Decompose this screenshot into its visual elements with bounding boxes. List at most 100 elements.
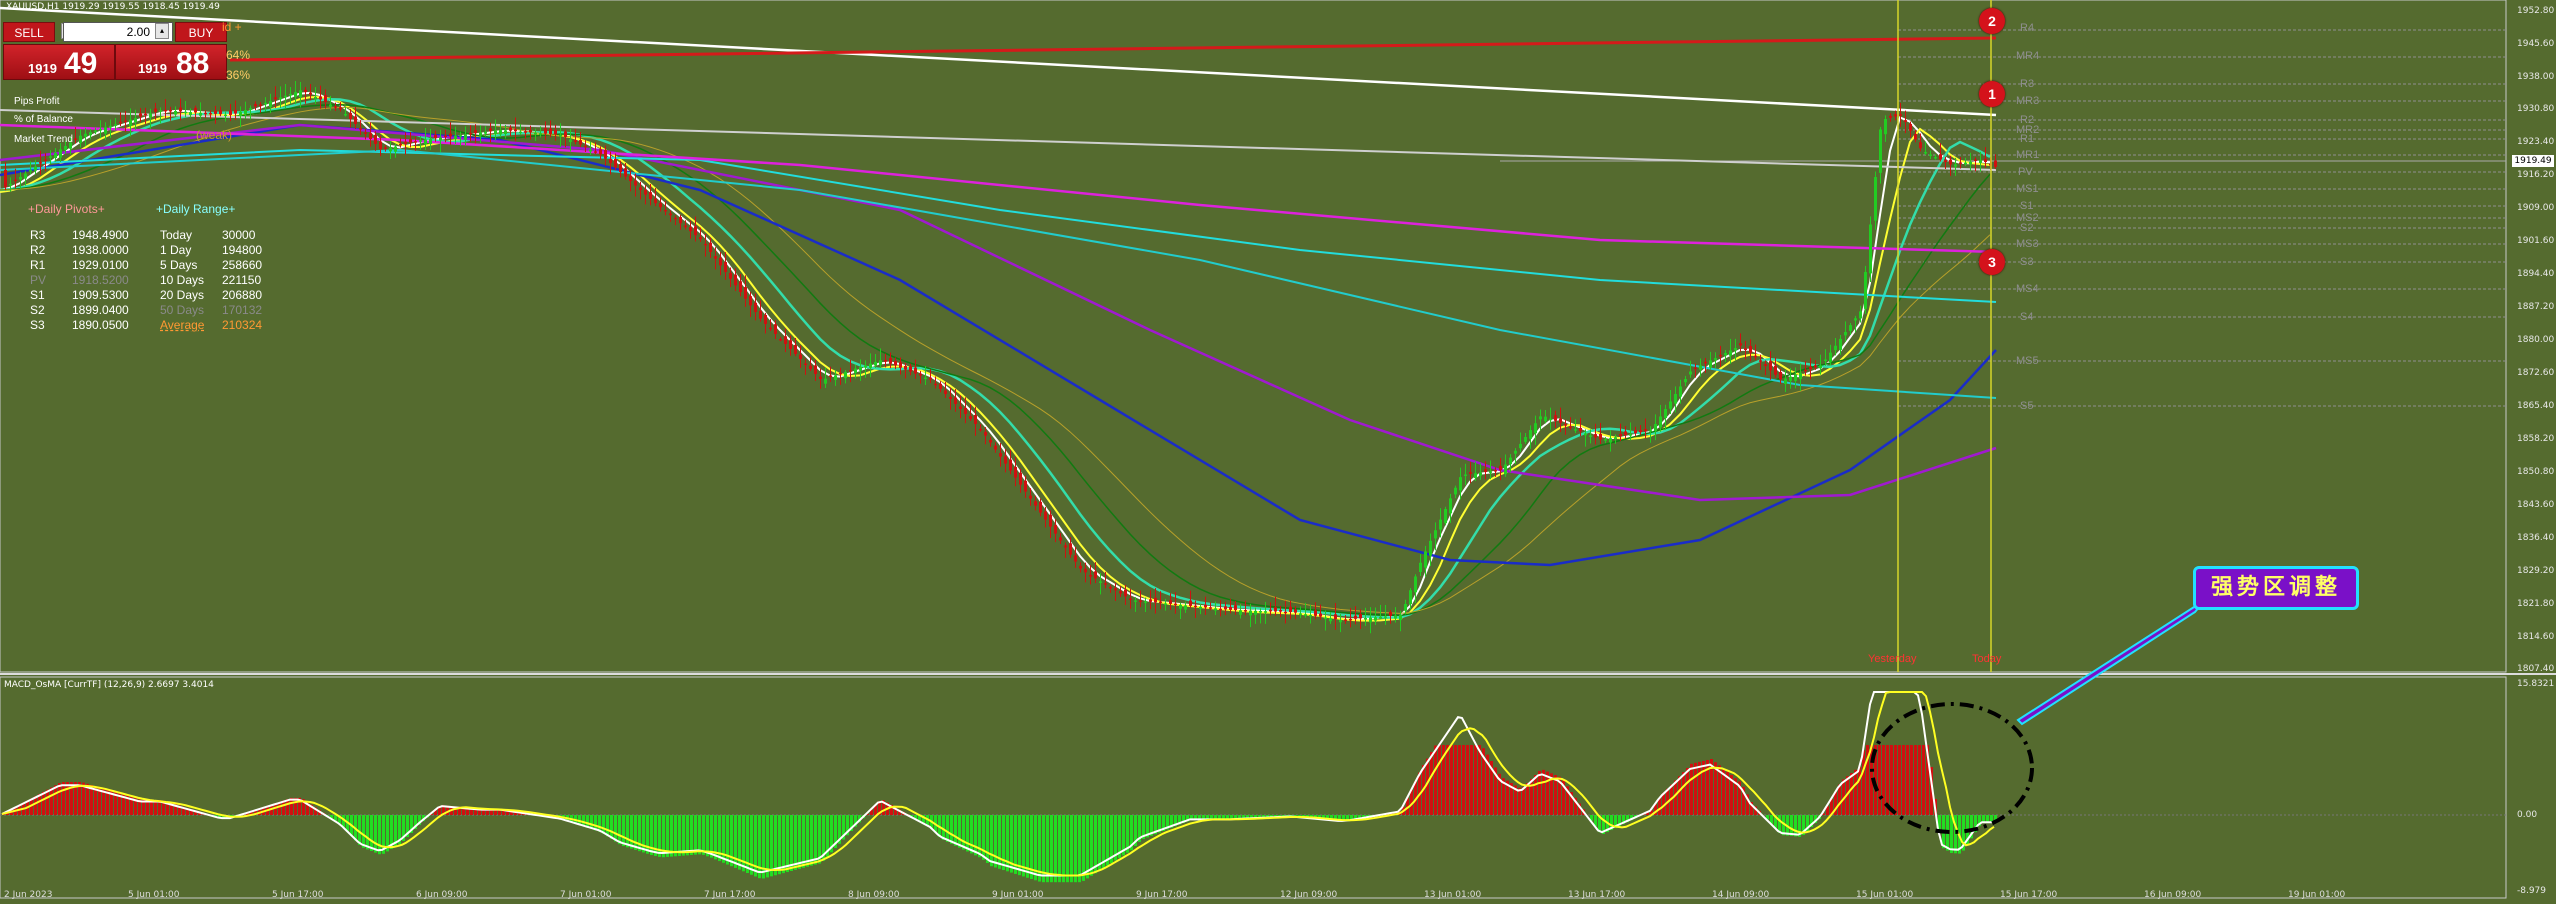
pivot-value: 1948.4900 [72, 228, 129, 242]
indicator-tag: id + [222, 20, 242, 34]
lots-increase-button[interactable]: ▴ [155, 23, 169, 39]
pivot-level-label: S3 [2020, 256, 2034, 268]
price-axis-label: 1807.40 [2517, 664, 2555, 674]
price-axis-label: 1894.40 [2517, 269, 2555, 279]
time-axis-label: 13 Jun 01:00 [1424, 890, 1482, 900]
market-trend-label: Market Trend [14, 134, 73, 145]
pivot-level-label: MS4 [2016, 283, 2039, 295]
bid-price-prefix: 1919 [28, 61, 57, 76]
pivot-level-label: MR1 [2016, 149, 2040, 161]
range-value: 30000 [222, 228, 256, 242]
trend-strength-label: (weak) [196, 128, 233, 142]
daily-pivots-header: +Daily Pivots+ [28, 202, 105, 216]
macd-histogram [2, 745, 1997, 883]
price-axis-label: 1901.60 [2517, 236, 2555, 246]
pivot-level-label: S1 [2020, 200, 2034, 212]
time-axis-label: 14 Jun 09:00 [1712, 890, 1770, 900]
pivot-value: 1890.0500 [72, 318, 129, 332]
time-axis-label: 9 Jun 17:00 [1136, 890, 1188, 900]
price-axis-label: 1945.60 [2517, 39, 2555, 49]
pips-profit-label: Pips Profit [14, 96, 60, 107]
pivot-level-label: S4 [2020, 311, 2034, 323]
time-axis-label: 13 Jun 17:00 [1568, 890, 1626, 900]
marker-3: 3 [1979, 249, 2005, 275]
range-label: 5 Days [160, 258, 198, 272]
time-axis-label: 6 Jun 09:00 [416, 890, 468, 900]
pivot-label: S1 [30, 288, 45, 302]
range-label: 1 Day [160, 243, 192, 257]
balance-percent-label: % of Balance [14, 114, 73, 125]
pivot-value: 1918.5200 [72, 273, 129, 287]
pivot-label: S2 [30, 303, 45, 317]
callout-arrow [2016, 599, 2206, 726]
price-axis-label: 1836.40 [2517, 533, 2555, 543]
range-value: 258660 [222, 258, 263, 272]
macd-axis-label: -8.979 [2517, 886, 2547, 896]
symbol-info-line: XAUUSD,H1 1919.29 1919.55 1918.45 1919.4… [6, 2, 220, 12]
today-label: Today [1972, 653, 2002, 665]
price-axis-label: 1909.00 [2517, 203, 2555, 213]
time-axis-label: 19 Jun 01:00 [2288, 890, 2346, 900]
price-axis-label: 1814.60 [2517, 632, 2555, 642]
sell-percentage: 36% [226, 68, 251, 82]
time-axis-label: 16 Jun 09:00 [2144, 890, 2202, 900]
price-axis-label: 1930.80 [2517, 104, 2555, 114]
price-axis-label: 1858.20 [2517, 434, 2555, 444]
pivot-level-label: S2 [2020, 222, 2034, 234]
candlesticks [4, 80, 1997, 634]
time-axis-label: 5 Jun 01:00 [128, 890, 180, 900]
pivot-level-label: MR4 [2016, 50, 2040, 62]
range-label: 50 Days [160, 303, 205, 317]
range-value: 194800 [222, 243, 263, 257]
pivot-label: R2 [30, 243, 46, 257]
price-axis-label: 1923.40 [2517, 137, 2555, 147]
buy-price-box[interactable]: 1919 88 [115, 44, 227, 80]
range-value: 170132 [222, 303, 263, 317]
range-label: Average [160, 318, 205, 332]
marker-2: 2 [1979, 8, 2005, 34]
time-axis-label: 15 Jun 01:00 [1856, 890, 1914, 900]
time-axis-label: 2 Jun 2023 [4, 890, 53, 900]
range-value: 210324 [222, 318, 263, 332]
bid-price-pips: 49 [64, 47, 98, 80]
price-axis-label: 1880.00 [2517, 335, 2555, 345]
time-axis-label: 7 Jun 17:00 [704, 890, 756, 900]
price-axis-label: 1952.80 [2517, 6, 2555, 16]
macd-axis-label: 0.00 [2517, 810, 2538, 820]
range-label: 10 Days [160, 273, 205, 287]
time-axis-label: 9 Jun 01:00 [992, 890, 1044, 900]
ask-price-prefix: 1919 [138, 61, 167, 76]
pivot-level-label: MR3 [2016, 95, 2040, 107]
price-axis-label: 1865.40 [2517, 401, 2555, 411]
price-axis-label: 1829.20 [2517, 566, 2555, 576]
pivot-level-label: MS3 [2016, 238, 2039, 250]
price-axis-label: 1938.00 [2517, 72, 2555, 82]
ask-price-pips: 88 [176, 47, 210, 80]
time-axis-label: 8 Jun 09:00 [848, 890, 900, 900]
moving-average-lines [0, 6, 1997, 622]
price-axis-label: 1850.80 [2517, 467, 2555, 477]
one-click-trade-panel: SELL ▾ 2.00 ▴ BUY 1919 49 1919 88 [3, 20, 227, 80]
pivot-label: PV [30, 273, 47, 287]
macd-indicator-label: MACD_OsMA [CurrTF] (12,26,9) 2.6697 3.40… [4, 680, 214, 690]
pivot-level-label: MS5 [2016, 355, 2039, 367]
pivot-level-label: R1 [2020, 133, 2035, 145]
buy-button[interactable]: BUY [175, 22, 227, 42]
sell-price-box[interactable]: 1919 49 [3, 44, 115, 80]
macd-axis-label: 15.8321 [2517, 679, 2555, 689]
price-axis-label: 1821.80 [2517, 599, 2555, 609]
time-axis-label: 7 Jun 01:00 [560, 890, 612, 900]
pivot-level-label: R3 [2020, 78, 2035, 90]
range-label: 20 Days [160, 288, 205, 302]
sell-button[interactable]: SELL [3, 22, 55, 42]
range-label: Today [160, 228, 193, 242]
annotation-callout: 强势区调整 [2193, 566, 2359, 610]
pivot-value: 1909.5300 [72, 288, 129, 302]
price-axis-label: 1916.20 [2517, 170, 2555, 180]
pivot-value: 1938.0000 [72, 243, 129, 257]
pivot-level-label: PV [2018, 166, 2033, 178]
price-chart[interactable] [0, 0, 2556, 904]
buy-percentage: 64% [226, 48, 251, 62]
range-value: 206880 [222, 288, 263, 302]
pivot-level-label: R4 [2020, 22, 2035, 34]
